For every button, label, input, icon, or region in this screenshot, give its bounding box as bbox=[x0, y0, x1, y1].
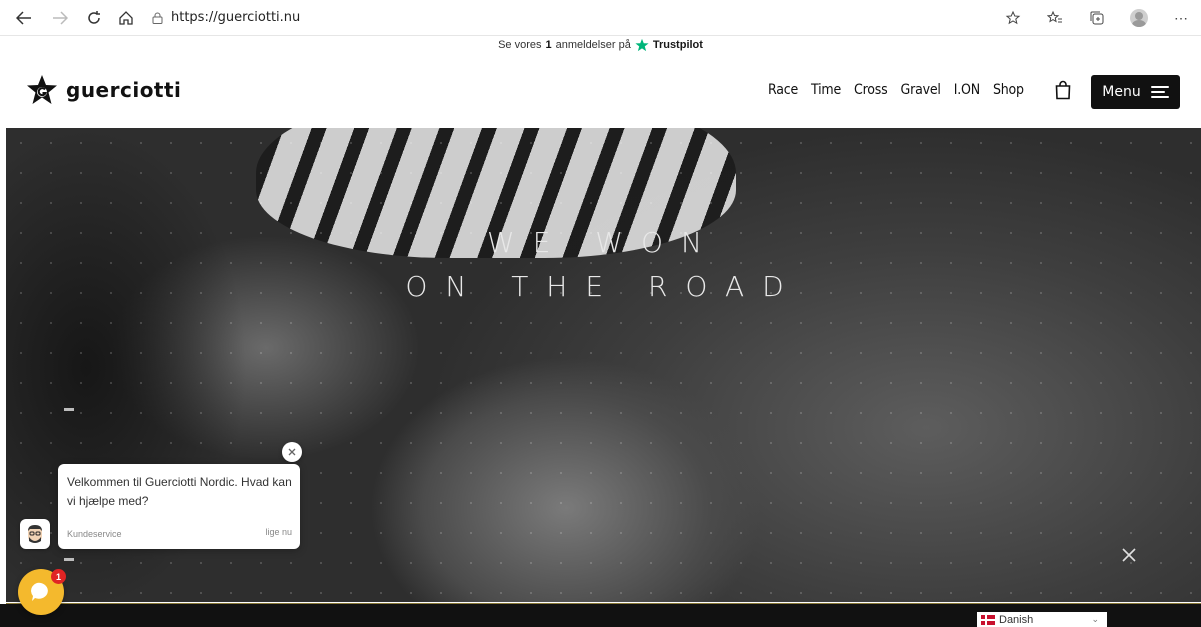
profile-icon[interactable] bbox=[1129, 8, 1149, 28]
review-count: 1 bbox=[545, 39, 552, 51]
main-nav: Race Time Cross Gravel I.ON Shop bbox=[768, 82, 1024, 98]
site-header: guerciotti Race Time Cross Gravel I.ON S… bbox=[0, 58, 1201, 128]
browser-toolbar: https://guerciotti.nu ⋯ bbox=[0, 0, 1201, 36]
agent-avatar-icon bbox=[28, 525, 42, 543]
trustpilot-star-icon bbox=[635, 38, 649, 52]
language-selector[interactable]: Danish ⌄ bbox=[977, 612, 1107, 627]
slide-indicator[interactable] bbox=[64, 408, 74, 411]
chat-timestamp: lige nu bbox=[265, 527, 292, 537]
chat-agent-name: Kundeservice bbox=[67, 529, 122, 539]
nav-item-cross[interactable]: Cross bbox=[854, 82, 888, 98]
hero-title-line2: ON THE ROAD bbox=[405, 270, 802, 303]
guerciotti-logo[interactable]: guerciotti bbox=[26, 74, 181, 106]
collections-icon[interactable] bbox=[1087, 8, 1107, 28]
agent-avatar bbox=[20, 519, 50, 549]
hamburger-icon bbox=[1150, 86, 1169, 98]
close-icon bbox=[288, 448, 296, 456]
nav-item-ion[interactable]: I.ON bbox=[954, 82, 980, 98]
chevron-down-icon: ⌄ bbox=[1091, 614, 1099, 624]
language-selected: Danish bbox=[999, 613, 1034, 626]
chat-close-button[interactable] bbox=[282, 442, 302, 462]
favorites-icon[interactable] bbox=[1045, 8, 1065, 28]
chat-bubble-icon bbox=[31, 582, 48, 601]
hero-title-line1: WE WON bbox=[487, 226, 720, 259]
nav-item-race[interactable]: Race bbox=[768, 82, 798, 98]
nav-item-gravel[interactable]: Gravel bbox=[901, 82, 941, 98]
star-logo-icon bbox=[27, 75, 57, 104]
forward-arrow-icon[interactable] bbox=[50, 8, 70, 28]
danish-flag-icon bbox=[981, 614, 995, 625]
logo-text: guerciotti bbox=[66, 78, 182, 102]
favorite-add-icon[interactable] bbox=[1003, 8, 1023, 28]
menu-button[interactable]: Menu bbox=[1091, 75, 1180, 109]
lock-icon bbox=[152, 12, 163, 24]
chat-message-text: Velkommen til Guerciotti Nordic. Hvad ka… bbox=[67, 475, 292, 508]
shopping-bag-icon[interactable] bbox=[1054, 80, 1072, 100]
chat-message-bubble[interactable]: Velkommen til Guerciotti Nordic. Hvad ka… bbox=[58, 464, 300, 549]
trustpilot-prefix: Se vores bbox=[498, 39, 542, 51]
nav-item-time[interactable]: Time bbox=[811, 82, 841, 98]
menu-label: Menu bbox=[1102, 84, 1141, 100]
close-icon[interactable] bbox=[1120, 546, 1138, 564]
address-bar[interactable]: https://guerciotti.nu bbox=[152, 10, 300, 25]
home-icon[interactable] bbox=[116, 8, 136, 28]
unread-count-badge: 1 bbox=[51, 569, 66, 584]
slide-indicator[interactable] bbox=[64, 558, 74, 561]
nav-item-shop[interactable]: Shop bbox=[993, 82, 1024, 98]
more-icon[interactable]: ⋯ bbox=[1171, 8, 1191, 28]
url-text: https://guerciotti.nu bbox=[171, 10, 301, 25]
trustpilot-brand: Trustpilot bbox=[652, 39, 703, 51]
refresh-icon[interactable] bbox=[84, 8, 104, 28]
back-arrow-icon[interactable] bbox=[14, 8, 34, 28]
trustpilot-strip[interactable]: Se vores 1 anmeldelser på Trustpilot bbox=[0, 38, 1201, 58]
trustpilot-suffix: anmeldelser på bbox=[555, 39, 631, 51]
